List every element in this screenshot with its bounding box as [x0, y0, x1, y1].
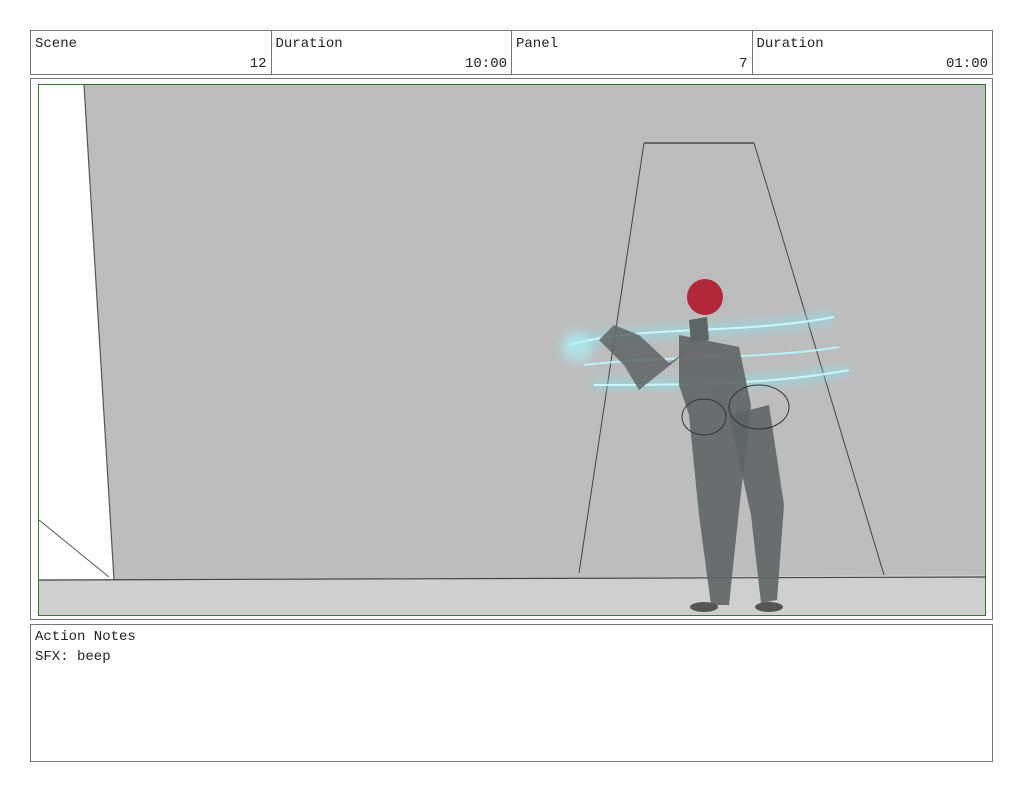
panel-duration-cell: Duration 01:00 [753, 31, 993, 74]
scene-cell: Scene 12 [31, 31, 272, 74]
scene-number: 12 [249, 56, 267, 72]
panel-duration-value: 01:00 [945, 56, 988, 72]
action-notes: Action Notes SFX: beep [30, 624, 993, 762]
back-wall [84, 85, 985, 580]
panel-frame [30, 78, 993, 620]
panel-artwork [38, 84, 986, 616]
floor [39, 575, 985, 615]
scene-duration-cell: Duration 10:00 [272, 31, 512, 74]
storyboard-sketch [39, 85, 985, 615]
panel-label: Panel [516, 36, 559, 52]
panel-number: 7 [739, 56, 748, 72]
character-hair [687, 279, 723, 315]
action-notes-title: Action Notes [35, 629, 136, 645]
scene-duration-label: Duration [275, 36, 343, 52]
action-notes-text: SFX: beep [35, 649, 111, 665]
storyboard-header: Scene 12 Duration 10:00 Panel 7 Duration… [30, 30, 993, 75]
panel-duration-label: Duration [756, 36, 824, 52]
scene-label: Scene [35, 36, 78, 52]
panel-cell: Panel 7 [512, 31, 753, 74]
scene-duration-value: 10:00 [464, 56, 507, 72]
